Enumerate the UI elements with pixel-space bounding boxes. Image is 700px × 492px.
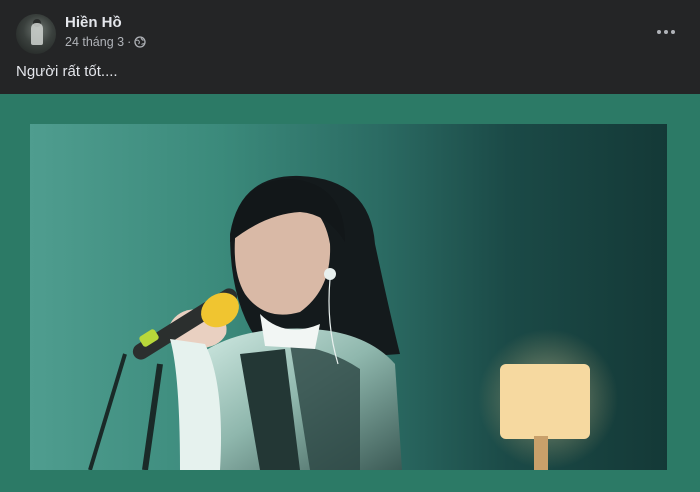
post-image-frame (0, 94, 700, 492)
author-name[interactable]: Hiền Hồ (65, 14, 122, 31)
post-header: Hiền Hồ 24 tháng 3 · Người rất tốt.... (0, 0, 700, 94)
post-date[interactable]: 24 tháng 3 (65, 35, 124, 49)
author-avatar[interactable] (16, 14, 56, 54)
singer-photo-illustration (88, 175, 618, 470)
post-text: Người rất tốt.... (16, 63, 118, 80)
meta-separator: · (127, 35, 132, 49)
more-horizontal-icon (657, 30, 661, 34)
facebook-post: Hiền Hồ 24 tháng 3 · Người rất tốt.... (0, 0, 700, 492)
more-options-button[interactable] (652, 22, 680, 42)
post-meta: 24 tháng 3 · (65, 35, 146, 49)
globe-icon[interactable] (134, 36, 146, 48)
post-photo[interactable] (30, 124, 667, 470)
